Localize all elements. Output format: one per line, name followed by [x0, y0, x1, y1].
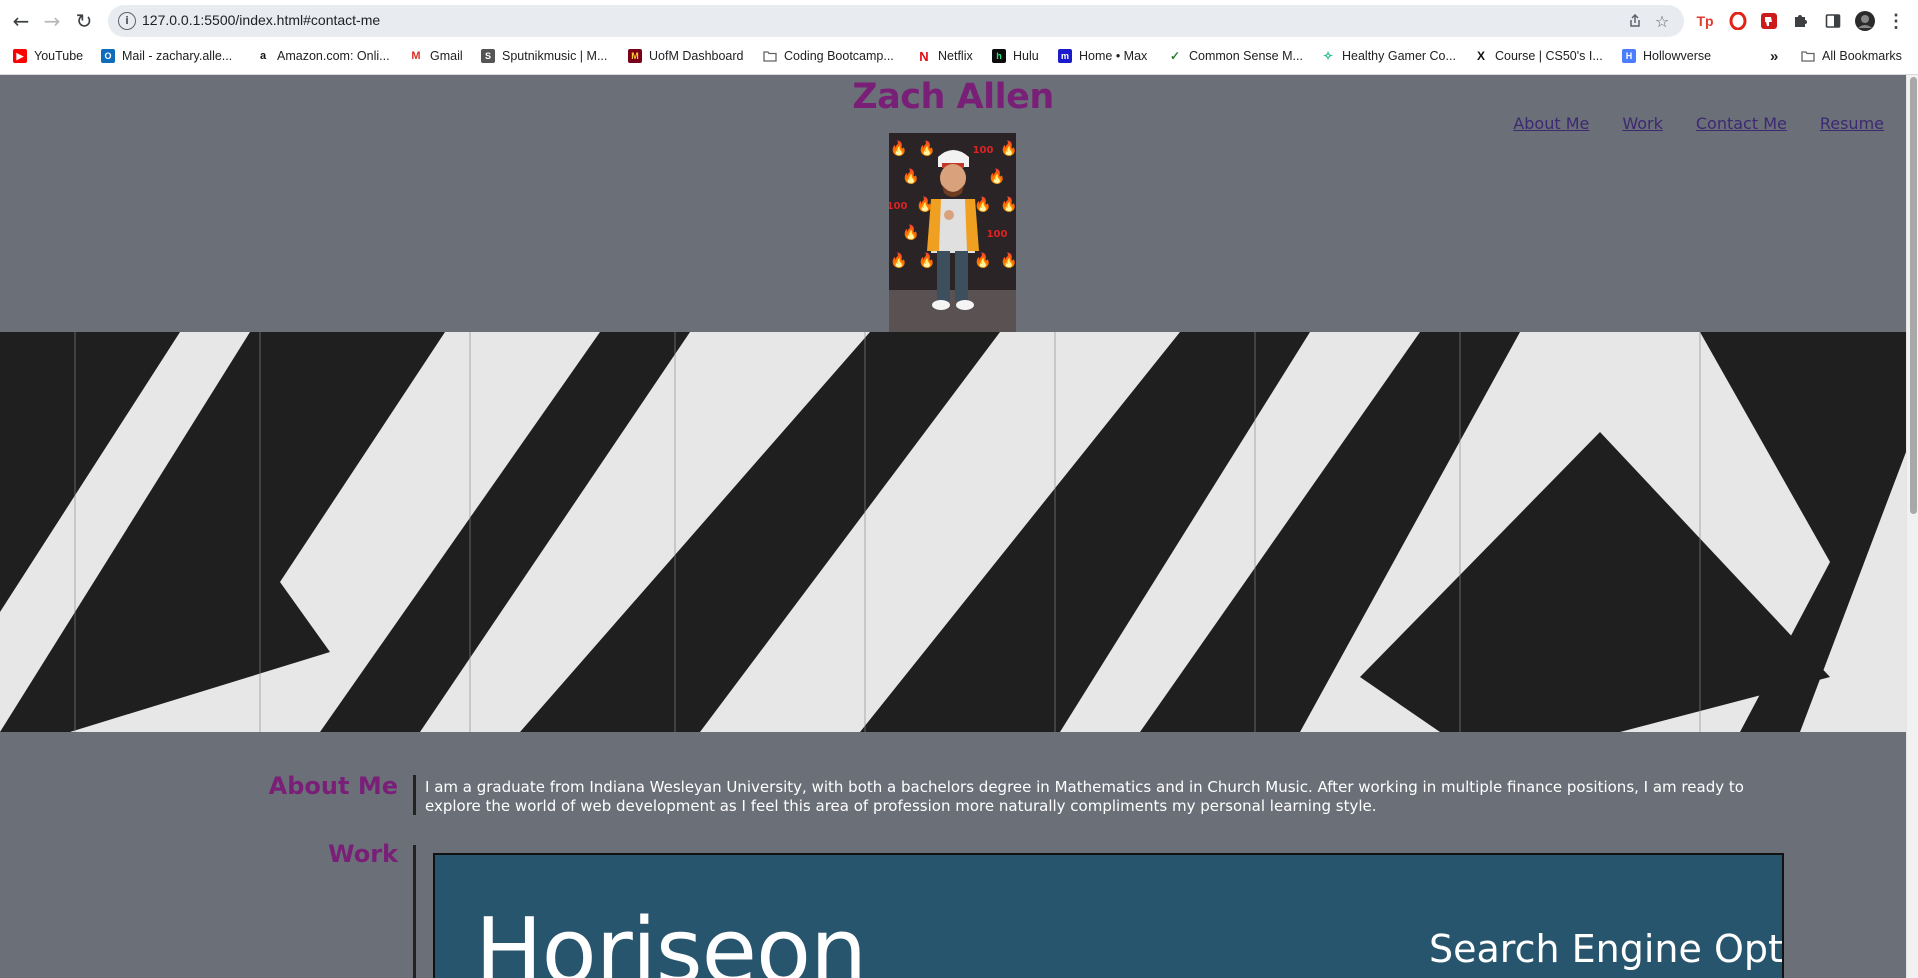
reload-button[interactable]: ↻ [70, 7, 98, 35]
tp-extension-icon[interactable]: Tp [1693, 9, 1717, 33]
bookmarks-bar: ▶ YouTube O Mail - zachary.alle... a Ama… [0, 42, 1918, 69]
svg-text:🔥: 🔥 [1000, 252, 1016, 269]
amazon-icon: a [256, 49, 270, 63]
svg-text:🔥: 🔥 [918, 140, 935, 157]
sputnik-icon: S [481, 49, 495, 63]
bookmark-label: UofM Dashboard [649, 49, 744, 63]
bookmark-item[interactable]: M Gmail [409, 46, 463, 66]
all-bookmarks-folder[interactable]: All Bookmarks [1801, 46, 1902, 66]
hulu-icon: h [992, 49, 1006, 63]
opera-extension-icon[interactable] [1726, 9, 1750, 33]
nav-link-resume[interactable]: Resume [1820, 114, 1884, 133]
bookmark-item[interactable]: O Mail - zachary.alle... [101, 46, 232, 66]
forward-button[interactable]: → [38, 7, 66, 35]
bookmark-label: Coding Bootcamp... [784, 49, 894, 63]
page-viewport: Zach Allen About Me Work Contact Me Resu… [0, 75, 1906, 978]
dislike-extension-icon[interactable] [1757, 9, 1781, 33]
max-icon: m [1058, 49, 1072, 63]
svg-text:🔥: 🔥 [918, 252, 935, 269]
share-icon[interactable] [1624, 10, 1646, 32]
section-divider [413, 775, 416, 815]
site-info-icon[interactable]: i [118, 12, 136, 30]
bookmark-label: Sputnikmusic | M... [502, 49, 608, 63]
svg-text:100: 100 [973, 145, 994, 156]
url-text[interactable]: 127.0.0.1:5500/index.html#contact-me [142, 12, 380, 28]
browser-chrome: ← → ↻ i 127.0.0.1:5500/index.html#contac… [0, 0, 1918, 75]
bookmark-item[interactable]: m Home • Max [1058, 46, 1147, 66]
browser-menu-icon[interactable]: ⋮ [1884, 9, 1908, 33]
gmail-icon: M [409, 49, 423, 63]
work-heading: Work [328, 840, 398, 868]
bookmark-label: All Bookmarks [1822, 49, 1902, 63]
bookmark-label: Hulu [1013, 49, 1039, 63]
svg-text:🔥: 🔥 [974, 196, 991, 213]
bookmark-label: Course | CS50's I... [1495, 49, 1603, 63]
bookmark-label: Healthy Gamer Co... [1342, 49, 1456, 63]
hollowverse-icon: H [1622, 49, 1636, 63]
bookmark-item[interactable]: H Hollowverse [1622, 46, 1711, 66]
bookmark-item[interactable]: ✓ Common Sense M... [1168, 46, 1303, 66]
hero-banner-image [0, 332, 1906, 732]
bookmark-star-icon[interactable]: ☆ [1651, 10, 1673, 32]
browser-toolbar: ← → ↻ i 127.0.0.1:5500/index.html#contac… [0, 0, 1918, 42]
bookmark-label: YouTube [34, 49, 84, 63]
svg-text:100: 100 [987, 229, 1008, 240]
nav-link-about-me[interactable]: About Me [1513, 114, 1589, 133]
address-bar[interactable]: i 127.0.0.1:5500/index.html#contact-me ☆ [108, 5, 1684, 37]
about-me-heading: About Me [268, 772, 398, 800]
site-title: Zach Allen [852, 77, 1054, 117]
svg-text:🔥: 🔥 [1000, 140, 1016, 157]
avatar: 🔥 🔥 100 🔥 🔥 🔥 100 🔥 🔥 🔥 🔥 100 🔥 🔥 🔥 🔥 [889, 133, 1016, 332]
bookmark-item[interactable]: ▶ YouTube [13, 46, 83, 66]
uofm-icon: M [628, 49, 642, 63]
nav-link-work[interactable]: Work [1622, 114, 1663, 133]
project-tagline: Search Engine Optimi [1429, 927, 1783, 971]
back-button[interactable]: ← [7, 7, 35, 35]
check-icon: ✓ [1168, 49, 1182, 63]
extensions-puzzle-icon[interactable] [1788, 9, 1812, 33]
nav-link-contact-me[interactable]: Contact Me [1696, 114, 1787, 133]
bookmark-item[interactable]: M UofM Dashboard [628, 46, 744, 66]
edx-icon: X [1474, 49, 1488, 63]
bookmark-label: Common Sense M... [1189, 49, 1303, 63]
netflix-icon: N [917, 49, 931, 64]
side-panel-icon[interactable] [1821, 9, 1845, 33]
svg-text:🔥: 🔥 [890, 252, 907, 269]
healthy-gamer-icon: ✧ [1321, 49, 1335, 63]
bookmark-label: Mail - zachary.alle... [122, 49, 233, 63]
bookmark-label: Hollowverse [1643, 49, 1712, 63]
about-me-text: I am a graduate from Indiana Wesleyan Un… [425, 778, 1744, 815]
bookmark-item[interactable]: N Netflix [917, 46, 973, 66]
work-project-card[interactable]: Horiseon Search Engine Optimi [433, 853, 1784, 978]
bookmark-item[interactable]: S Sputnikmusic | M... [481, 46, 607, 66]
outlook-icon: O [101, 49, 115, 63]
bookmark-item[interactable]: a Amazon.com: Onli... [256, 46, 390, 66]
project-brand-title: Horiseon [475, 899, 867, 978]
svg-text:🔥: 🔥 [902, 224, 919, 241]
svg-text:🔥: 🔥 [902, 168, 919, 185]
svg-text:🔥: 🔥 [890, 140, 907, 157]
folder-icon [763, 49, 777, 63]
youtube-icon: ▶ [13, 49, 27, 63]
svg-text:🔥: 🔥 [988, 168, 1005, 185]
svg-text:100: 100 [889, 201, 907, 212]
bookmark-item[interactable]: h Hulu [992, 46, 1039, 66]
svg-text:🔥: 🔥 [1000, 196, 1016, 213]
profile-avatar-icon[interactable] [1853, 9, 1877, 33]
bookmark-label: Netflix [938, 49, 973, 63]
bookmark-item[interactable]: ✧ Healthy Gamer Co... [1321, 46, 1456, 66]
bookmark-item[interactable]: X Course | CS50's I... [1474, 46, 1603, 66]
bookmark-label: Home • Max [1079, 49, 1148, 63]
bookmark-item[interactable]: Coding Bootcamp... [763, 46, 894, 66]
folder-icon [1801, 49, 1815, 63]
section-divider [413, 845, 416, 978]
page-scrollbar[interactable] [1906, 75, 1918, 978]
site-nav: About Me Work Contact Me Resume [1513, 114, 1906, 133]
bookmark-label: Gmail [430, 49, 463, 63]
bookmark-label: Amazon.com: Onli... [277, 49, 390, 63]
svg-text:🔥: 🔥 [974, 252, 991, 269]
scrollbar-thumb[interactable] [1910, 77, 1917, 514]
bookmarks-overflow-button[interactable]: » [1770, 46, 1778, 66]
